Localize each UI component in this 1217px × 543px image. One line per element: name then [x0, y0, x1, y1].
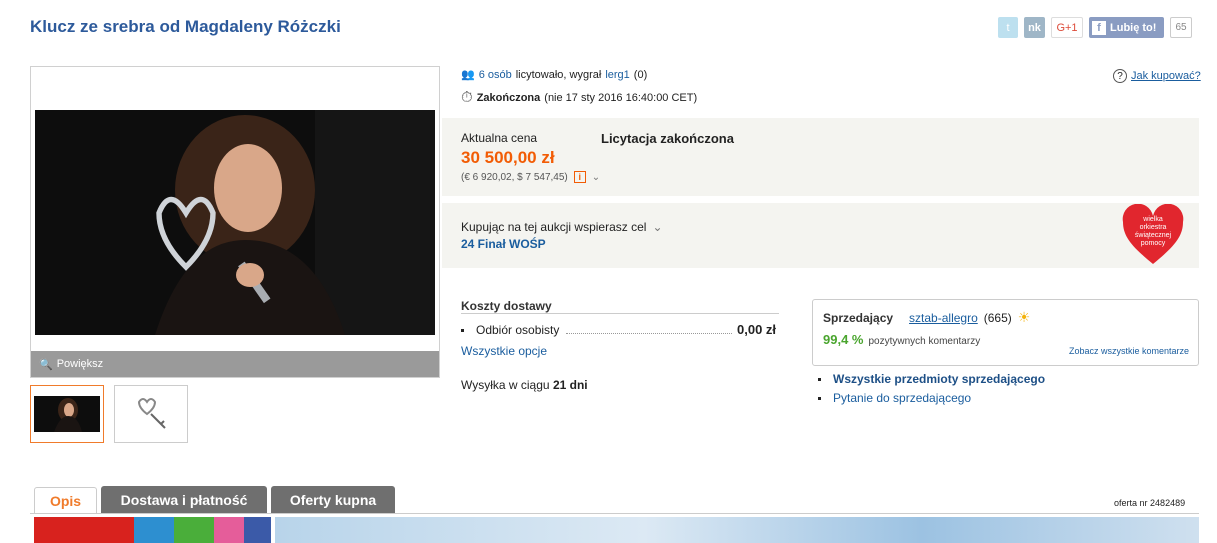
- nk-icon: nk: [1028, 21, 1041, 34]
- description-sky-image: [275, 517, 1199, 543]
- seller-positive: 99,4 % pozytywnych komentarzy: [823, 332, 980, 347]
- wosp-logo-text: wielka orkiestra świątecznej pomocy: [1134, 216, 1172, 247]
- like-label: Lubię to!: [1110, 21, 1157, 34]
- bidders-link[interactable]: 6 osób: [479, 69, 512, 81]
- sun-icon: ☀: [1017, 309, 1031, 325]
- twitter-icon: t: [1006, 21, 1010, 34]
- price-conversions: (€ 6 920,02, $ 7 547,45) i ⌄: [461, 171, 601, 183]
- nk-share-button[interactable]: nk: [1024, 17, 1045, 38]
- shipping-option: Odbiór osobisty: [461, 323, 559, 337]
- winner-link[interactable]: lerg1: [605, 69, 629, 81]
- offer-number: oferta nr 2482489: [1114, 498, 1186, 508]
- price-label: Aktualna cena: [461, 131, 538, 145]
- ask-seller-item: Pytanie do sprzedającego: [818, 391, 971, 405]
- twitter-share-button[interactable]: t: [998, 17, 1018, 38]
- winner-score: (0): [633, 68, 648, 81]
- chevron-down-icon[interactable]: ⌄: [592, 172, 600, 183]
- tabs-divider: [30, 513, 1199, 514]
- all-shipping-options-link[interactable]: Wszystkie opcje: [461, 344, 547, 358]
- tab-opis[interactable]: Opis: [34, 487, 97, 514]
- shipping-heading: Koszty dostawy: [461, 299, 552, 313]
- product-photo-image: [35, 110, 435, 335]
- question-icon: ?: [1113, 69, 1127, 83]
- cause-link[interactable]: 24 Finał WOŚP: [461, 237, 546, 251]
- stopwatch-icon: ⏱: [461, 89, 473, 106]
- page-title: Klucz ze srebra od Magdaleny Różczki: [30, 17, 341, 36]
- wosp-banner-image: [34, 517, 271, 543]
- gplus-button[interactable]: G+1: [1051, 17, 1083, 38]
- thumbnail-key[interactable]: [114, 385, 188, 443]
- description-banner: [34, 517, 271, 543]
- seller-box: Sprzedający sztab-allegro (665) ☀ 99,4 %…: [812, 299, 1199, 366]
- key-icon: [137, 398, 166, 429]
- users-icon: 👥: [461, 69, 475, 81]
- main-photo[interactable]: [35, 110, 435, 335]
- zoom-label: Powiększ: [56, 358, 104, 370]
- auction-ended-label: Licytacja zakończona: [601, 131, 734, 146]
- ask-seller-link[interactable]: Pytanie do sprzedającego: [833, 391, 971, 405]
- help-link[interactable]: ? Jak kupować?: [1113, 69, 1201, 83]
- bids-text: licytowało, wygrał: [515, 68, 602, 81]
- divider: [461, 313, 779, 314]
- zoom-bar[interactable]: 🔍 Powiększ: [31, 351, 439, 377]
- seller-info: Sprzedający sztab-allegro (665) ☀: [823, 309, 1030, 326]
- cause-box: Kupując na tej aukcji wspierasz cel ⌄ 24…: [442, 203, 1199, 268]
- end-date: (nie 17 sty 2016 16:40:00 CET): [544, 91, 698, 104]
- all-seller-items-link[interactable]: Wszystkie przedmioty sprzedającego: [833, 372, 1045, 386]
- thumbnail-photo[interactable]: [30, 385, 104, 443]
- thumbnail-photo-image: [34, 396, 100, 432]
- positive-text: pozytywnych komentarzy: [868, 336, 981, 347]
- cause-label[interactable]: Kupując na tej aukcji wspierasz cel ⌄: [461, 220, 663, 234]
- positive-pct: 99,4 %: [823, 332, 864, 347]
- gplus-icon: G+1: [1056, 21, 1078, 34]
- auction-status: ⏱ Zakończona (nie 17 sty 2016 16:40:00 C…: [461, 89, 697, 106]
- seller-label: Sprzedający: [823, 310, 894, 325]
- seller-rating-count: (665): [983, 310, 1012, 325]
- wosp-heart-logo[interactable]: wielka orkiestra świątecznej pomocy: [1121, 203, 1185, 268]
- bids-info: 👥 6 osób licytowało, wygrał lerg1 (0): [461, 68, 648, 82]
- status-label: Zakończona: [476, 91, 541, 104]
- magnifier-icon: 🔍: [39, 358, 53, 371]
- dispatch-time: Wysyłka w ciągu 21 dni: [461, 378, 588, 392]
- seller-name-link[interactable]: sztab-allegro: [909, 311, 978, 325]
- price-box: Aktualna cena 30 500,00 zł (€ 6 920,02, …: [442, 118, 1199, 196]
- tab-dostawa[interactable]: Dostawa i płatność: [101, 486, 267, 513]
- like-count: 65: [1170, 17, 1192, 38]
- facebook-like-button[interactable]: f Lubię to!: [1089, 17, 1164, 38]
- tab-oferty-kupna[interactable]: Oferty kupna: [271, 486, 395, 513]
- all-comments-link[interactable]: Zobacz wszystkie komentarze: [1069, 346, 1189, 356]
- dotted-leader: [566, 333, 732, 334]
- seller-items-item: Wszystkie przedmioty sprzedającego: [818, 372, 1045, 386]
- chevron-down-icon: ⌄: [652, 220, 663, 234]
- facebook-icon: f: [1092, 20, 1106, 35]
- price-value: 30 500,00 zł: [461, 148, 555, 167]
- image-gallery[interactable]: 🔍 Powiększ: [30, 66, 440, 378]
- shipping-price: 0,00 zł: [737, 322, 777, 337]
- info-icon[interactable]: i: [573, 171, 586, 183]
